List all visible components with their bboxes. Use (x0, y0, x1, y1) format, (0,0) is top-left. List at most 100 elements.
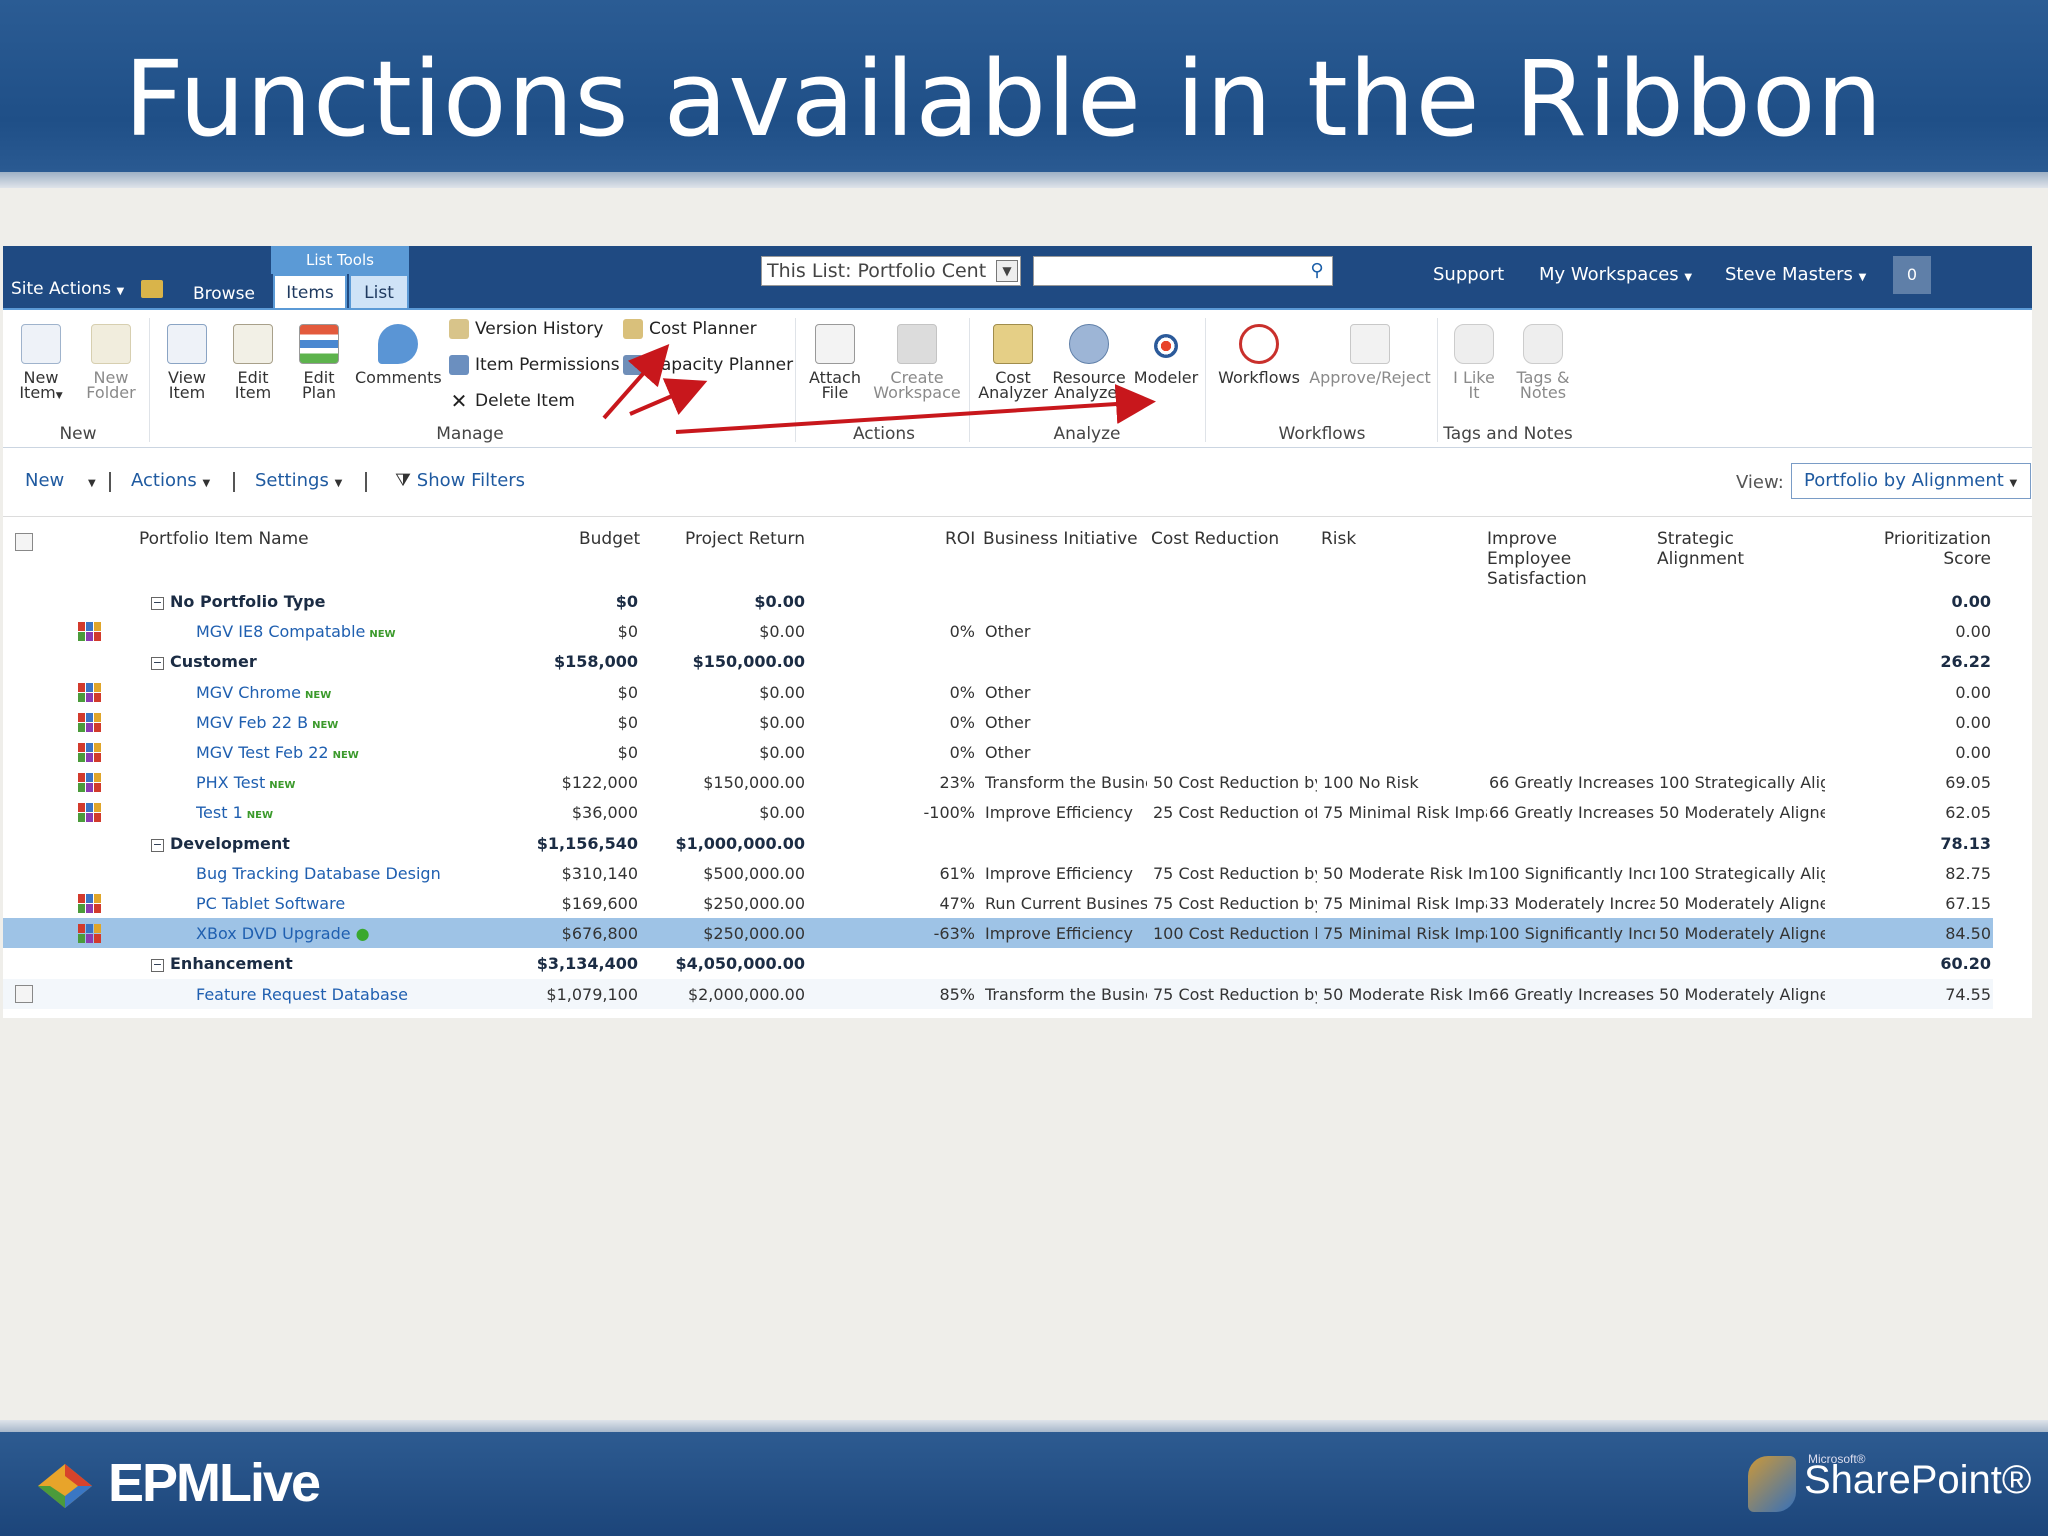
column-header-risk[interactable]: Risk (1321, 529, 1356, 549)
cost-planner-button[interactable]: Cost Planner (623, 316, 757, 342)
tags-notes-button[interactable]: Tags & Notes (1511, 324, 1575, 401)
collapse-icon[interactable]: − (151, 657, 164, 671)
item-name-link[interactable]: XBox DVD Upgrade ● (196, 924, 370, 943)
new-menu[interactable]: New ▼ (25, 470, 96, 491)
table-row[interactable]: XBox DVD Upgrade ● $676,800 $250,000.00 -63… (3, 918, 1993, 949)
item-name-link[interactable]: Bug Tracking Database Design (196, 864, 441, 883)
item-name-link[interactable]: PHX Test NEW (196, 773, 295, 792)
item-name-link[interactable]: Feature Request Database (196, 985, 408, 1004)
item-name[interactable]: MGV Test Feb 22 (196, 743, 329, 762)
group-row[interactable]: − Enhancement $3,134,400 $4,050,000.00 60.20 (3, 948, 1993, 978)
edit-item-button[interactable]: Edit Item (225, 324, 281, 401)
my-workspaces-menu[interactable]: My Workspaces ▼ (1539, 264, 1692, 285)
people-icon[interactable] (77, 681, 103, 703)
column-header-name[interactable]: Portfolio Item Name (139, 529, 309, 549)
tab-list[interactable]: List (349, 274, 409, 308)
search-input[interactable]: ⚲ (1033, 256, 1333, 286)
tab-browse[interactable]: Browse (193, 284, 255, 304)
people-icon[interactable] (77, 741, 103, 763)
delete-item-button[interactable]: ✕ Delete Item (449, 388, 575, 414)
navigate-up-icon[interactable] (141, 280, 163, 298)
search-scope-select[interactable]: This List: Portfolio Cent ▼ (761, 256, 1021, 286)
create-workspace-button[interactable]: Create Workspace (871, 324, 963, 401)
column-header-budget[interactable]: Budget (579, 529, 640, 549)
item-name-link[interactable]: Test 1 NEW (196, 803, 273, 822)
people-icon[interactable] (77, 620, 103, 642)
table-row[interactable]: Bug Tracking Database Design $310,140 $500… (3, 858, 1993, 888)
cell-return: $150,000.00 (692, 652, 805, 672)
i-like-it-button[interactable]: I Like It (1449, 324, 1499, 401)
modeler-button[interactable]: Modeler (1131, 324, 1201, 386)
group-row[interactable]: − Customer $158,000 $150,000.00 26.22 (3, 646, 1993, 676)
item-name[interactable]: PC Tablet Software (196, 894, 345, 913)
resource-analyzer-button[interactable]: Resource Analyzer (1051, 324, 1127, 401)
actions-menu[interactable]: Actions ▼ (131, 470, 210, 491)
item-name[interactable]: MGV IE8 Compatable (196, 622, 365, 641)
view-item-button[interactable]: View Item (159, 324, 215, 401)
column-header-project-return[interactable]: Project Return (685, 529, 805, 549)
cell-risk: 75 Minimal Risk Impact (1323, 803, 1487, 823)
group-row[interactable]: − No Portfolio Type $0 $0.00 0.00 (3, 586, 1993, 616)
table-row[interactable]: MGV Test Feb 22 NEW $0 $0.00 0% Other 0.00 (3, 737, 1993, 767)
item-name[interactable]: XBox DVD Upgrade (196, 924, 351, 943)
collapse-icon[interactable]: − (151, 597, 164, 610)
collapse-icon[interactable]: − (151, 959, 164, 973)
item-name[interactable]: MGV Chrome (196, 683, 301, 702)
user-menu[interactable]: Steve Masters ▼ (1725, 264, 1866, 285)
site-actions-menu[interactable]: Site Actions ▼ (11, 279, 124, 299)
new-item-button[interactable]: New Item▼ (15, 324, 67, 404)
table-row[interactable]: PHX Test NEW $122,000 $150,000.00 23% Transfo… (3, 767, 1993, 797)
version-history-button[interactable]: Version History (449, 316, 603, 342)
column-header-strategic-alignment[interactable]: Strategic Alignment (1657, 529, 1744, 569)
approve-reject-button[interactable]: Approve/Reject (1309, 324, 1431, 386)
edit-plan-button[interactable]: Edit Plan (291, 324, 347, 401)
chevron-down-icon[interactable]: ▼ (996, 260, 1018, 282)
table-row[interactable]: PC Tablet Software $169,600 $250,000.00 47%… (3, 888, 1993, 918)
view-select[interactable]: Portfolio by Alignment ▼ (1791, 463, 2031, 499)
cost-analyzer-button[interactable]: Cost Analyzer (975, 324, 1051, 401)
capacity-planner-button[interactable]: Capacity Planner (623, 352, 793, 378)
people-icon[interactable] (77, 892, 103, 914)
column-header-prioritization-score[interactable]: Prioritization Score (1873, 529, 1991, 569)
support-link[interactable]: Support (1433, 264, 1504, 285)
column-header-roi[interactable]: ROI (945, 529, 975, 549)
item-name[interactable]: Bug Tracking Database Design (196, 864, 441, 883)
item-name[interactable]: MGV Feb 22 B (196, 713, 308, 732)
item-name-link[interactable]: MGV Chrome NEW (196, 683, 331, 702)
item-name-link[interactable]: MGV Test Feb 22 NEW (196, 743, 359, 762)
table-row[interactable]: Test 1 NEW $36,000 $0.00 -100% Improve Effici… (3, 797, 1993, 827)
people-icon[interactable] (77, 771, 103, 793)
notification-count[interactable]: 0 (1893, 256, 1931, 294)
item-name[interactable]: Test 1 (196, 803, 243, 822)
item-name-link[interactable]: PC Tablet Software (196, 894, 345, 913)
column-header-business-initiative[interactable]: Business Initiative (983, 529, 1138, 549)
item-name-link[interactable]: MGV IE8 Compatable NEW (196, 622, 396, 641)
cell-budget: $0 (615, 592, 638, 611)
table-row[interactable]: MGV IE8 Compatable NEW $0 $0.00 0% Other 0.00 (3, 616, 1993, 646)
item-permissions-button[interactable]: Item Permissions (449, 352, 620, 378)
comments-button[interactable]: Comments (355, 324, 442, 386)
group-row[interactable]: − Development $1,156,540 $1,000,000.00 78.13 (3, 828, 1993, 858)
attach-file-button[interactable]: Attach File (805, 324, 865, 401)
column-header-cost-reduction[interactable]: Cost Reduction (1151, 529, 1279, 549)
table-row[interactable]: MGV Chrome NEW $0 $0.00 0% Other 0.00 (3, 677, 1993, 707)
search-icon[interactable]: ⚲ (1302, 257, 1332, 285)
comment-bubble-icon[interactable]: ● (351, 924, 370, 943)
show-filters-button[interactable]: ⧩ Show Filters (395, 470, 525, 491)
tab-items[interactable]: Items (273, 274, 347, 308)
table-row[interactable]: MGV Feb 22 B NEW $0 $0.00 0% Other 0.00 (3, 707, 1993, 737)
people-icon[interactable] (77, 801, 103, 823)
item-name-link[interactable]: MGV Feb 22 B NEW (196, 713, 338, 732)
column-header-improve-employee-satisfaction[interactable]: Improve Employee Satisfaction (1487, 529, 1587, 589)
item-name[interactable]: PHX Test (196, 773, 265, 792)
table-row[interactable]: Feature Request Database $1,079,100 $2,000… (3, 978, 1993, 1009)
collapse-icon[interactable]: − (151, 838, 164, 852)
select-all-checkbox[interactable] (15, 533, 33, 551)
item-name[interactable]: Feature Request Database (196, 985, 408, 1004)
row-checkbox[interactable] (15, 984, 33, 1003)
settings-menu[interactable]: Settings ▼ (255, 470, 342, 491)
people-icon[interactable] (77, 922, 103, 944)
workflows-button[interactable]: Workflows (1215, 324, 1303, 386)
people-icon[interactable] (77, 711, 103, 733)
new-folder-button[interactable]: New Folder (85, 324, 137, 401)
